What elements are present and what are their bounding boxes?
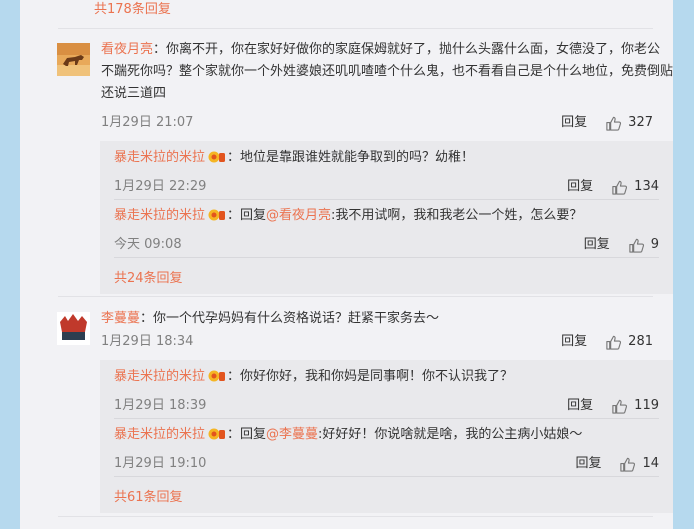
comment-panel: 共178条回复 看夜月亮：你离不开，你在家好好做你的家庭保姆就好了，抛什么头露什…	[20, 0, 673, 529]
avatar[interactable]	[57, 312, 90, 345]
reply-button[interactable]: 回复	[567, 177, 593, 197]
vip-badge-icon	[208, 368, 226, 382]
reply-text: ：地位是靠跟谁姓就能争取到的吗？幼稚！	[227, 150, 475, 165]
comment-meta: 1月29日 18:34 回复 281	[101, 332, 653, 352]
divider	[58, 28, 653, 29]
reply-button[interactable]: 回复	[561, 113, 587, 133]
divider	[58, 516, 653, 517]
timestamp: 1月29日 18:39	[114, 398, 207, 413]
timestamp: 1月29日 18:34	[101, 334, 194, 349]
like-button[interactable]: 281	[605, 332, 653, 352]
more-replies-link[interactable]: 共24条回复	[114, 267, 183, 286]
username[interactable]: 看夜月亮	[101, 42, 153, 57]
avatar[interactable]	[57, 43, 90, 76]
reply-button[interactable]: 回复	[561, 332, 587, 352]
reply-item: 暴走米拉的米拉 ：你好你好，我和你妈是同事啊！你不认识我了？ 1月29日 18:3…	[114, 366, 659, 414]
comment-body: 看夜月亮：你离不开，你在家好好做你的家庭保姆就好了，抛什么头露什么面，女德没了，…	[101, 39, 673, 105]
divider	[58, 296, 653, 297]
reply-prefix: ：回复	[227, 208, 267, 223]
reply-button[interactable]: 回复	[567, 396, 593, 416]
divider	[114, 418, 659, 419]
comment-body: 李蔓蔓：你一个代孕妈妈有什么资格说话？赶紧干家务去～	[101, 308, 673, 330]
reply-username[interactable]: 暴走米拉的米拉	[114, 208, 205, 223]
reply-prefix: ：回复	[227, 427, 267, 442]
thumbs-up-icon	[612, 180, 628, 195]
reply-box: 暴走米拉的米拉 ：你好你好，我和你妈是同事啊！你不认识我了？ 1月29日 18:3…	[100, 360, 673, 513]
like-count: 134	[634, 179, 659, 194]
vip-badge-icon	[208, 207, 226, 221]
reply-username[interactable]: 暴走米拉的米拉	[114, 369, 205, 384]
reply-meta: 今天 09:08 回复 9	[114, 235, 659, 255]
vip-badge-icon	[208, 426, 226, 440]
reply-item: 暴走米拉的米拉 ：回复@看夜月亮:我不用试啊，我和我老公一个姓，怎么要？ 今天 0…	[114, 205, 659, 253]
thumbs-up-icon	[606, 335, 622, 350]
reply-box: 暴走米拉的米拉 ：地位是靠跟谁姓就能争取到的吗？幼稚！ 1月29日 22:29 回…	[100, 141, 673, 294]
comment-actions: 回复 327	[561, 113, 653, 133]
reply-username[interactable]: 暴走米拉的米拉	[114, 150, 205, 165]
reply-meta: 1月29日 19:10 回复 14	[114, 454, 659, 474]
more-replies-link[interactable]: 共178条回复	[94, 0, 171, 17]
like-button[interactable]: 9	[628, 235, 659, 255]
comment-text: ：你离不开，你在家好好做你的家庭保姆就好了，抛什么头露什么面，女德没了，你老公不…	[101, 42, 674, 101]
reply-meta: 1月29日 18:39 回复 119	[114, 396, 659, 416]
reply-text: :我不用试啊，我和我老公一个姓，怎么要？	[331, 208, 583, 223]
thumbs-up-icon	[612, 399, 628, 414]
divider	[114, 199, 659, 200]
more-replies-link[interactable]: 共61条回复	[114, 486, 183, 505]
comment-meta: 1月29日 21:07 回复 327	[101, 113, 653, 133]
reply-button[interactable]: 回复	[584, 235, 610, 255]
mention-link[interactable]: @李蔓蔓	[266, 427, 318, 442]
like-count: 281	[628, 334, 653, 349]
like-count: 119	[634, 398, 659, 413]
timestamp: 1月29日 21:07	[101, 115, 194, 130]
vip-badge-icon	[208, 149, 226, 163]
like-count: 14	[642, 456, 659, 471]
comment-text: ：你一个代孕妈妈有什么资格说话？赶紧干家务去～	[140, 311, 440, 326]
reply-item: 暴走米拉的米拉 ：回复@李蔓蔓:好好好！你说啥就是啥，我的公主病小姑娘～ 1月29…	[114, 424, 659, 472]
like-button[interactable]: 134	[611, 177, 659, 197]
divider	[114, 257, 659, 258]
reply-username[interactable]: 暴走米拉的米拉	[114, 427, 205, 442]
timestamp: 今天 09:08	[114, 237, 182, 252]
timestamp: 1月29日 19:10	[114, 456, 207, 471]
username[interactable]: 李蔓蔓	[101, 311, 140, 326]
like-count: 327	[628, 115, 653, 130]
thumbs-up-icon	[620, 457, 636, 472]
reply-text: :好好好！你说啥就是啥，我的公主病小姑娘～	[318, 427, 583, 442]
reply-text: ：你好你好，我和你妈是同事啊！你不认识我了？	[227, 369, 514, 384]
timestamp: 1月29日 22:29	[114, 179, 207, 194]
comment-actions: 回复 281	[561, 332, 653, 352]
like-count: 9	[650, 237, 659, 252]
mention-link[interactable]: @看夜月亮	[266, 208, 331, 223]
divider	[114, 476, 659, 477]
thumbs-up-icon	[629, 238, 644, 253]
like-button[interactable]: 119	[611, 396, 659, 416]
thumbs-up-icon	[606, 116, 622, 131]
reply-meta: 1月29日 22:29 回复 134	[114, 177, 659, 197]
like-button[interactable]: 327	[605, 113, 653, 133]
like-button[interactable]: 14	[619, 454, 659, 474]
reply-button[interactable]: 回复	[575, 454, 601, 474]
reply-item: 暴走米拉的米拉 ：地位是靠跟谁姓就能争取到的吗？幼稚！ 1月29日 22:29 回…	[114, 147, 659, 195]
